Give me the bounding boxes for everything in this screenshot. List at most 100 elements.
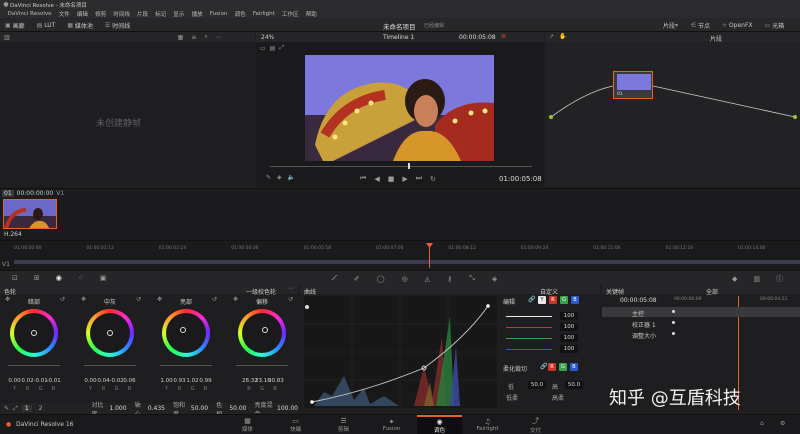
scopes-icon[interactable]: ▥: [753, 275, 760, 283]
keyframe-dot-icon[interactable]: [672, 310, 675, 313]
page-tab-6[interactable]: ⤴ 交付: [513, 415, 558, 434]
lut-button[interactable]: ▤ LUT: [34, 20, 59, 30]
media-pool-button[interactable]: ▦ 媒体池: [64, 20, 96, 30]
channel-g-button[interactable]: G: [560, 296, 568, 304]
speaker-icon[interactable]: 🔈: [288, 174, 295, 181]
channel-value[interactable]: 100: [560, 312, 578, 320]
keyframe-row[interactable]: 校正器 1: [602, 318, 800, 329]
menu-item[interactable]: 标记: [152, 10, 170, 18]
color-wheel[interactable]: [86, 309, 134, 357]
menu-item[interactable]: 编辑: [73, 10, 91, 18]
expand-icon[interactable]: ⤢: [13, 405, 18, 413]
home-icon[interactable]: ⌂: [760, 420, 764, 427]
view-mode-icon[interactable]: ▭: [260, 45, 266, 52]
nodes-button[interactable]: ⋲ 节点: [687, 20, 713, 30]
pointer-icon[interactable]: ➚: [549, 33, 554, 40]
tracker-icon[interactable]: ◎: [402, 275, 408, 283]
channel-y-button[interactable]: Y: [538, 296, 546, 304]
sidebar-icon[interactable]: ▥: [4, 34, 10, 41]
wheel-value[interactable]: 0.00: [84, 378, 98, 384]
wheel-value[interactable]: 0.06: [123, 378, 137, 384]
page-1-button[interactable]: 1: [21, 405, 32, 412]
node-01[interactable]: 01: [613, 71, 653, 99]
channel-value-track[interactable]: [506, 349, 552, 350]
wheel-value[interactable]: 0.02: [21, 378, 35, 384]
wheel-center-dot[interactable]: [107, 330, 113, 336]
master-slider[interactable]: [8, 365, 60, 366]
wheel-picker-icon[interactable]: ✥: [81, 296, 86, 303]
menu-item[interactable]: 显示: [170, 10, 188, 18]
color-wheel[interactable]: [162, 309, 210, 357]
timeline-name[interactable]: Timeline 1: [383, 34, 414, 41]
page-tab-3[interactable]: ✦ Fusion: [369, 415, 414, 434]
clip-thumbnail[interactable]: [3, 199, 57, 229]
split-icon[interactable]: ▤: [270, 45, 276, 52]
menu-item[interactable]: 播放: [188, 10, 206, 18]
wheel-value[interactable]: 23.16: [255, 378, 271, 384]
menu-item[interactable]: 时间线: [110, 10, 134, 18]
sizing-icon[interactable]: ⤡: [469, 274, 475, 283]
page-tab-2[interactable]: ☰ 剪辑: [321, 415, 366, 434]
soft-clip-link-icon[interactable]: 🔗: [540, 363, 547, 370]
pen-tool-icon[interactable]: ✎: [266, 174, 271, 181]
wheel-reset-icon[interactable]: ↺: [212, 296, 217, 303]
saturation-value[interactable]: 50.00: [191, 405, 208, 412]
menu-item[interactable]: 工作区: [278, 10, 302, 18]
curve-graph[interactable]: [304, 296, 497, 408]
qualifier-icon[interactable]: ✐: [354, 275, 360, 283]
menu-item[interactable]: Fairlight: [249, 11, 278, 17]
blur-icon[interactable]: ◬: [425, 275, 430, 283]
keyframes-icon[interactable]: ◆: [732, 275, 737, 283]
channel-value-track[interactable]: [506, 316, 552, 317]
channel-b-button[interactable]: B: [571, 296, 579, 304]
bypass-icon[interactable]: ⊘: [501, 33, 506, 40]
master-slider[interactable]: [236, 365, 288, 366]
timeline-ruler[interactable]: 01:00:00:00 01:00:01:12 01:00:02:24 01:00:0…: [14, 244, 800, 254]
hand-icon[interactable]: ✋: [559, 33, 566, 40]
timeline-clip-bar[interactable]: [14, 260, 800, 264]
soft-r-button[interactable]: R: [548, 363, 556, 371]
page-2-button[interactable]: 2: [36, 405, 46, 412]
wheel-reset-icon[interactable]: ↺: [288, 296, 293, 303]
color-match-icon[interactable]: ⊞: [34, 274, 40, 282]
reverse-icon[interactable]: ◀: [374, 175, 379, 183]
page-tab-1[interactable]: ▭ 快编: [273, 415, 318, 434]
menu-item[interactable]: Fusion: [206, 11, 231, 17]
wheel-value[interactable]: 30.83: [268, 378, 284, 384]
info-icon[interactable]: ⓘ: [776, 274, 783, 284]
contrast-value[interactable]: 1.000: [109, 405, 126, 412]
color-wheels-icon[interactable]: ◉: [56, 274, 62, 282]
master-slider[interactable]: [160, 365, 212, 366]
loop-icon[interactable]: ↻: [430, 175, 436, 183]
window-icon[interactable]: ◯: [377, 275, 385, 283]
keyframe-row[interactable]: 调整大小: [602, 329, 800, 340]
wheel-value[interactable]: 0.04: [97, 378, 111, 384]
menu-item[interactable]: 调色: [231, 10, 249, 18]
lum-mix-value[interactable]: 100.00: [277, 405, 298, 412]
grid-icon[interactable]: ▦: [178, 34, 184, 41]
settings-icon[interactable]: ⚙: [780, 420, 785, 427]
hue-value[interactable]: 50.00: [229, 405, 246, 412]
list-icon[interactable]: ≡: [191, 34, 196, 41]
stop-icon[interactable]: ■: [388, 175, 395, 183]
page-tab-4[interactable]: ◉ 调色: [417, 415, 462, 434]
more-icon[interactable]: ⋯: [288, 285, 294, 292]
key-icon[interactable]: ⚷: [447, 275, 452, 283]
menu-icon[interactable]: ⋯: [216, 34, 222, 41]
menu-item[interactable]: 帮助: [302, 10, 320, 18]
highlight-icon[interactable]: ◈: [277, 174, 282, 181]
menu-item[interactable]: DaVinci Resolve: [4, 11, 55, 17]
channel-value[interactable]: 100: [560, 345, 578, 353]
channel-value[interactable]: 100: [560, 323, 578, 331]
wheel-value[interactable]: 1.00: [160, 378, 174, 384]
clip-button[interactable]: 片段 ▾: [660, 20, 681, 30]
scrubber-bar[interactable]: [270, 166, 532, 167]
keyframe-filter-select[interactable]: 全部: [706, 287, 718, 296]
channel-r-button[interactable]: R: [549, 296, 557, 304]
menu-item[interactable]: 片段: [133, 10, 151, 18]
curve-mode-select[interactable]: 自定义: [540, 287, 558, 296]
wheel-reset-icon[interactable]: ↺: [60, 296, 65, 303]
pivot-value[interactable]: 0.435: [148, 405, 165, 412]
camera-raw-icon[interactable]: ⊡: [12, 274, 18, 282]
wheel-center-dot[interactable]: [180, 327, 186, 333]
